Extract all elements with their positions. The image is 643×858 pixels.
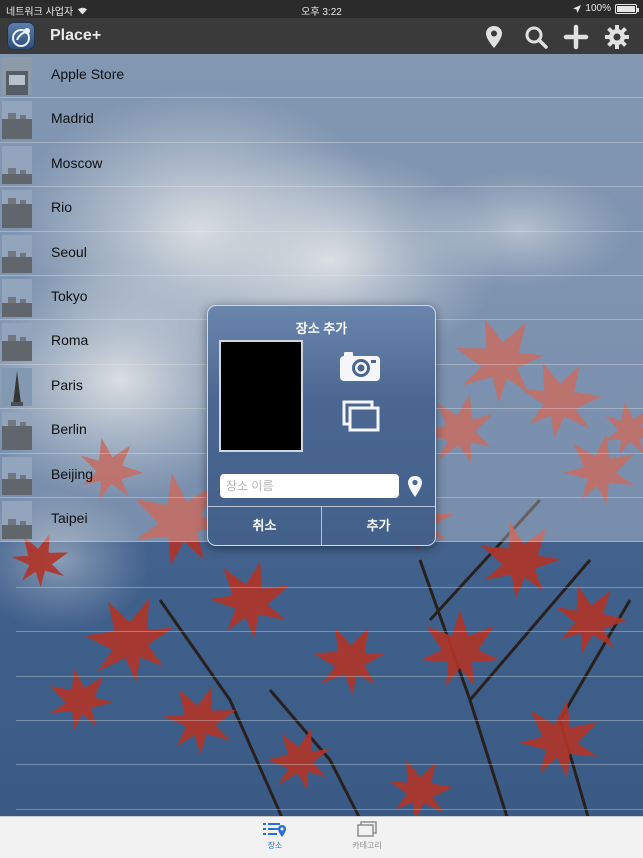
camera-button[interactable] (339, 350, 381, 382)
search-icon (525, 26, 548, 49)
location-pin-icon (408, 476, 422, 497)
status-bar: 네트워크 사업자 오후 3:22 100% (0, 0, 643, 18)
tab-categories-label: 카테고리 (352, 841, 382, 850)
add-button[interactable]: 추가 (321, 507, 435, 545)
status-time: 오후 3:22 (301, 7, 342, 18)
navigation-bar: Place+ (0, 18, 643, 54)
app-logo-icon (7, 22, 35, 50)
place-list-icon (263, 823, 286, 837)
location-pin-icon (486, 26, 502, 48)
dialog-title: 장소 추가 (295, 321, 348, 336)
place-name-input[interactable] (220, 474, 399, 498)
tab-places-label: 장소 (267, 841, 283, 850)
tab-bar: 장소 카테고리 (0, 816, 643, 858)
battery-percent: 100% (585, 3, 611, 14)
dialog-actions: 취소 추가 (208, 506, 435, 545)
battery-icon (615, 3, 639, 14)
photo-gallery-icon (342, 400, 380, 432)
cancel-button[interactable]: 취소 (208, 507, 321, 545)
add-icon (563, 24, 589, 50)
photo-preview[interactable] (219, 340, 303, 452)
category-icon (357, 821, 377, 837)
location-pin-button[interactable] (481, 24, 507, 50)
search-button[interactable] (523, 24, 549, 50)
app-title: Place+ (50, 27, 102, 44)
tab-places[interactable]: 장소 (245, 821, 305, 857)
location-arrow-icon (573, 4, 582, 13)
add-place-button[interactable] (563, 24, 589, 50)
gear-icon (605, 25, 629, 49)
gallery-button[interactable] (341, 399, 381, 433)
tab-categories[interactable]: 카테고리 (337, 821, 397, 857)
current-location-button[interactable] (406, 475, 424, 499)
add-place-dialog: 장소 추가 취소 추가 (207, 305, 436, 546)
camera-icon (340, 352, 380, 381)
settings-button[interactable] (604, 24, 630, 50)
